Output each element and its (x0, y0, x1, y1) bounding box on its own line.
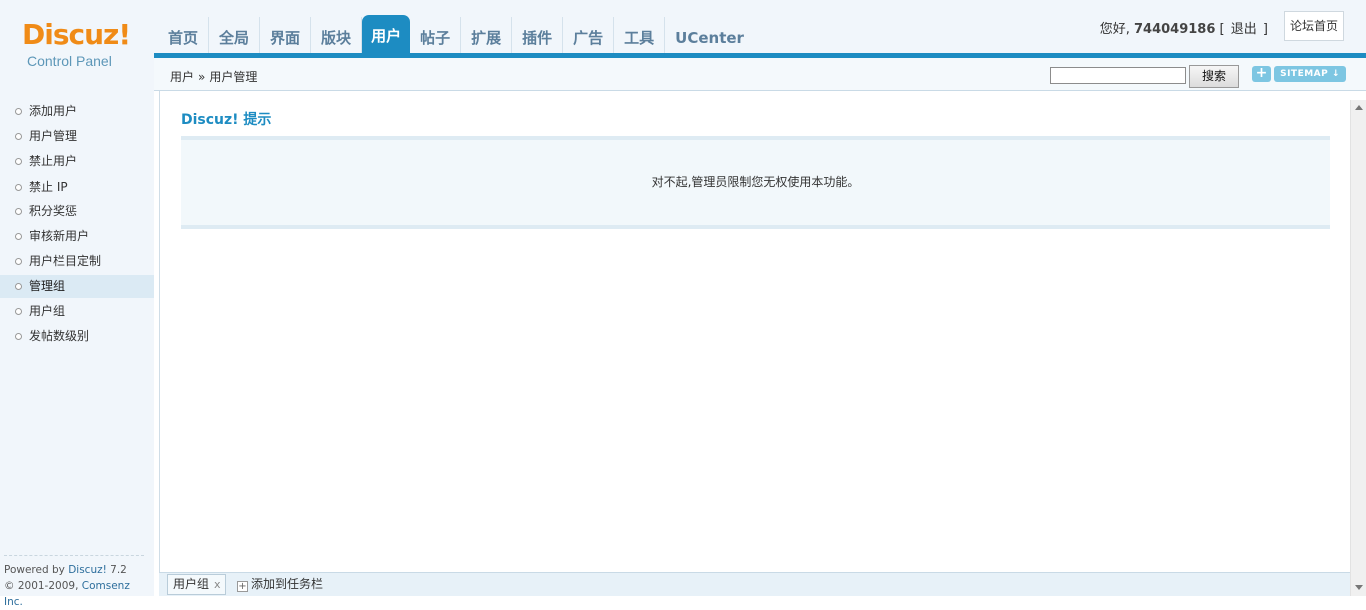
sidebar-item-label: 禁止 IP (29, 180, 68, 194)
notice-message: 对不起,管理员限制您无权使用本功能。 (651, 175, 860, 189)
add-shortcut-button[interactable]: + (1252, 66, 1271, 82)
bullet-icon (15, 108, 22, 115)
bullet-icon (15, 233, 22, 240)
powered-version: 7.2 (106, 564, 127, 576)
logo-text: Discuz! (22, 18, 131, 51)
bracket-open: [ (1219, 22, 1225, 37)
sidebar-item-label: 用户管理 (29, 129, 78, 143)
sidebar-item-label: 审核新用户 (29, 229, 90, 243)
taskbar-tab-label: 用户组 (173, 577, 210, 591)
logo-subtitle: Control Panel (27, 53, 112, 69)
add-to-taskbar-label: 添加到任务栏 (251, 577, 324, 591)
logo[interactable]: Discuz! Control Panel (0, 0, 154, 90)
bullet-icon (15, 208, 22, 215)
powered-prefix: Powered by (4, 564, 69, 576)
breadcrumb-separator: » (198, 70, 206, 84)
page-title: Discuz! 提示 (181, 112, 272, 128)
breadcrumb-parent[interactable]: 用户 (170, 70, 194, 84)
sidebar-item-label: 禁止用户 (29, 154, 78, 168)
user-bar: 您好, 744049186 [ 退出 ] (1100, 18, 1268, 37)
tab-posts[interactable]: 帖子 (410, 17, 462, 55)
search-button[interactable]: 搜索 (1189, 65, 1239, 88)
tab-extensions[interactable]: 扩展 (461, 17, 513, 55)
vertical-scrollbar[interactable] (1350, 100, 1366, 596)
top-nav: 首页 全局 界面 版块 用户 帖子 扩展 插件 广告 工具 UCenter (158, 15, 754, 55)
sidebar-item-label: 管理组 (29, 279, 66, 293)
tab-ads[interactable]: 广告 (563, 17, 615, 55)
plus-icon: + (237, 581, 248, 592)
sidebar-item-ban-ip[interactable]: 禁止 IP (0, 176, 154, 199)
bullet-icon (15, 308, 22, 315)
greeting: 您好, (1099, 22, 1130, 37)
username: 744049186 (1133, 22, 1216, 37)
sidebar-item-label: 用户组 (29, 304, 66, 318)
powered-line: Powered by Discuz! 7.2 (4, 562, 144, 578)
sidebar-item-label: 发帖数级别 (29, 329, 90, 343)
copyright-prefix: © 2001-2009, (4, 580, 82, 592)
breadcrumb: 用户 » 用户管理 (170, 68, 257, 85)
notice-box: 对不起,管理员限制您无权使用本功能。 (181, 136, 1330, 229)
sidebar-item-user-groups[interactable]: 用户组 (0, 300, 154, 323)
taskbar-tab[interactable]: 用户组 x (167, 574, 226, 595)
sidebar-item-add-user[interactable]: 添加用户 (0, 100, 154, 123)
tab-users[interactable]: 用户 (362, 15, 411, 55)
bullet-icon (15, 158, 22, 165)
powered-brand-link[interactable]: Discuz! (68, 564, 107, 576)
breadcrumb-current: 用户管理 (209, 70, 258, 84)
scroll-down-icon[interactable] (1355, 585, 1363, 590)
tab-plugins[interactable]: 插件 (512, 17, 564, 55)
forum-home-button[interactable]: 论坛首页 (1284, 11, 1344, 41)
add-to-taskbar-button[interactable]: + 添加到任务栏 (237, 576, 323, 592)
bullet-icon (15, 283, 22, 290)
sidebar-item-post-ranks[interactable]: 发帖数级别 (0, 325, 154, 348)
sidebar-item-label: 用户栏目定制 (29, 254, 102, 268)
copyright-line: © 2001-2009, Comsenz Inc. (4, 578, 144, 610)
bullet-icon (15, 258, 22, 265)
tab-interface[interactable]: 界面 (260, 17, 312, 55)
breadcrumb-bar: 用户 » 用户管理 搜索 + SITEMAP ↓ (154, 58, 1366, 91)
taskbar: 用户组 x + 添加到任务栏 (159, 572, 1350, 596)
tab-home[interactable]: 首页 (158, 17, 210, 55)
header: 首页 全局 界面 版块 用户 帖子 扩展 插件 广告 工具 UCenter 您好… (0, 0, 1366, 58)
logout-link[interactable]: 退出 (1231, 22, 1257, 37)
sidebar-item-profile-fields[interactable]: 用户栏目定制 (0, 250, 154, 273)
sidebar-item-admin-groups[interactable]: 管理组 (0, 275, 154, 298)
search-input[interactable] (1050, 67, 1186, 84)
tab-tools[interactable]: 工具 (614, 17, 666, 55)
sidebar-item-credits[interactable]: 积分奖惩 (0, 200, 154, 223)
close-icon[interactable]: x (214, 578, 221, 591)
main-content: Discuz! 提示 对不起,管理员限制您无权使用本功能。 (159, 91, 1350, 572)
tab-forums[interactable]: 版块 (311, 17, 363, 55)
scroll-up-icon[interactable] (1355, 105, 1363, 110)
sidebar-item-moderate-users[interactable]: 审核新用户 (0, 225, 154, 248)
powered-by: Powered by Discuz! 7.2 © 2001-2009, Coms… (4, 555, 144, 610)
sitemap-button[interactable]: SITEMAP ↓ (1274, 66, 1346, 82)
sidebar-item-user-management[interactable]: 用户管理 (0, 125, 154, 148)
bullet-icon (15, 184, 22, 191)
sidebar-item-label: 积分奖惩 (29, 204, 78, 218)
bullet-icon (15, 133, 22, 140)
sidebar-item-label: 添加用户 (29, 104, 78, 118)
tab-global[interactable]: 全局 (209, 17, 261, 55)
sidebar: 添加用户 用户管理 禁止用户 禁止 IP 积分奖惩 审核新用户 用户栏目定制 管… (0, 90, 154, 608)
bracket-close: ] (1262, 22, 1268, 37)
sidebar-item-ban-user[interactable]: 禁止用户 (0, 150, 154, 173)
bullet-icon (15, 333, 22, 340)
tab-ucenter[interactable]: UCenter (665, 17, 754, 55)
